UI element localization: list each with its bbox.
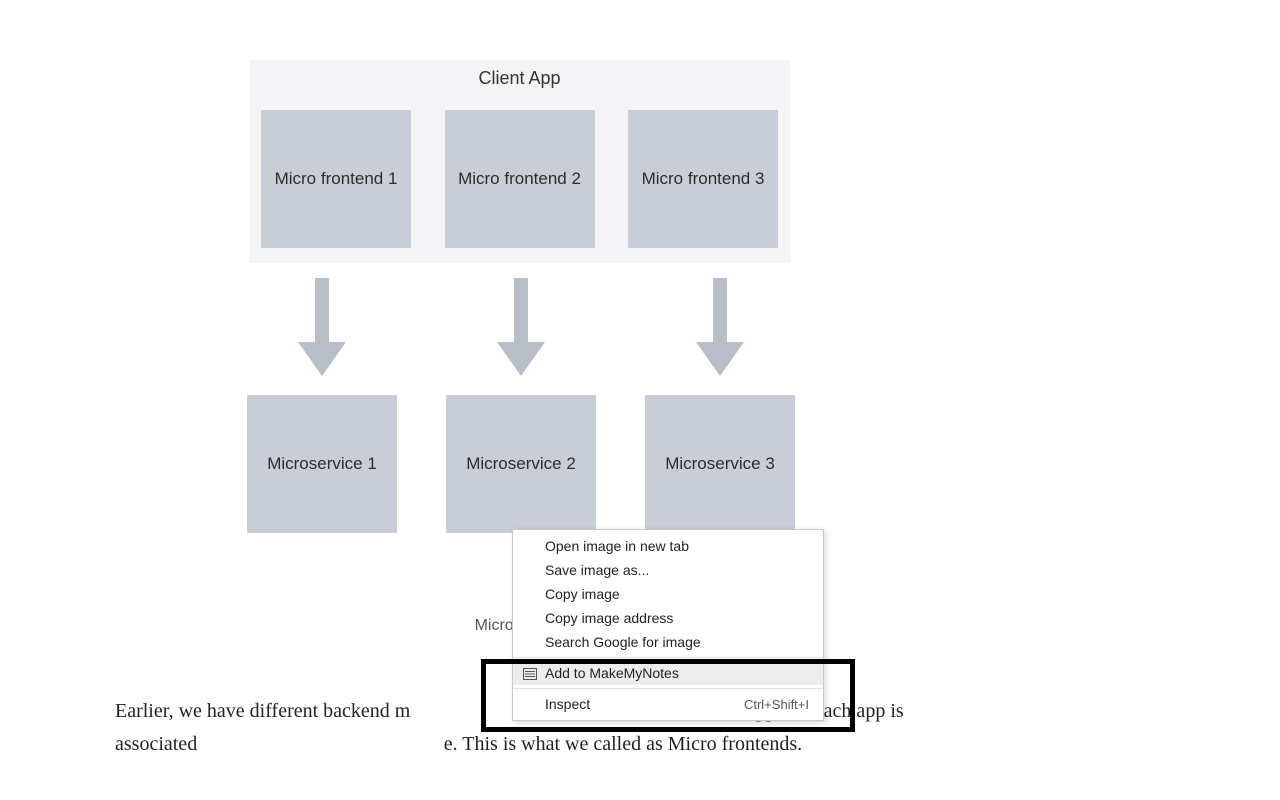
arrow-1 <box>247 272 397 382</box>
micro-frontend-1: Micro frontend 1 <box>261 110 411 248</box>
arrow-3 <box>645 272 795 382</box>
micro-frontend-2: Micro frontend 2 <box>445 110 595 248</box>
client-app-title: Client App <box>249 60 790 89</box>
micro-frontend-3: Micro frontend 3 <box>628 110 778 248</box>
article-text-post: e. This is what we called as Micro front… <box>444 733 802 755</box>
ctx-open-image-new-tab[interactable]: Open image in new tab <box>513 534 823 558</box>
microservice-1: Microservice 1 <box>247 395 397 533</box>
ctx-separator <box>513 657 823 658</box>
frontend-row: Micro frontend 1 Micro frontend 2 Micro … <box>261 110 778 248</box>
ctx-item-label: Search Google for image <box>545 634 701 650</box>
notes-icon <box>523 667 537 679</box>
ctx-inspect[interactable]: Inspect Ctrl+Shift+I <box>513 692 823 716</box>
service-row: Microservice 1 Microservice 2 Microservi… <box>247 395 795 537</box>
ctx-item-label: Copy image <box>545 586 620 602</box>
ctx-item-label: Inspect <box>545 696 590 712</box>
ctx-item-label: Copy image address <box>545 610 673 626</box>
ctx-item-label: Add to MakeMyNotes <box>545 665 679 681</box>
ctx-item-label: Open image in new tab <box>545 538 689 554</box>
down-arrow-icon <box>491 272 551 382</box>
context-menu[interactable]: Open image in new tab Save image as... C… <box>512 529 824 721</box>
microservice-3: Microservice 3 <box>645 395 795 533</box>
ctx-separator <box>513 688 823 689</box>
ctx-item-label: Save image as... <box>545 562 649 578</box>
arrow-row <box>247 272 795 382</box>
ctx-search-google-image[interactable]: Search Google for image <box>513 630 823 654</box>
ctx-copy-image[interactable]: Copy image <box>513 582 823 606</box>
ctx-item-shortcut: Ctrl+Shift+I <box>744 697 809 712</box>
down-arrow-icon <box>292 272 352 382</box>
down-arrow-icon <box>690 272 750 382</box>
client-app-container: Client App Micro frontend 1 Micro fronte… <box>249 60 790 263</box>
page-canvas: Client App Micro frontend 1 Micro fronte… <box>0 0 1280 800</box>
microservice-2: Microservice 2 <box>446 395 596 533</box>
article-text-pre: Earlier, we have different backend m <box>115 700 410 722</box>
arrow-2 <box>446 272 596 382</box>
ctx-copy-image-address[interactable]: Copy image address <box>513 606 823 630</box>
ctx-add-to-makemynotes[interactable]: Add to MakeMyNotes <box>513 661 823 685</box>
ctx-save-image-as[interactable]: Save image as... <box>513 558 823 582</box>
